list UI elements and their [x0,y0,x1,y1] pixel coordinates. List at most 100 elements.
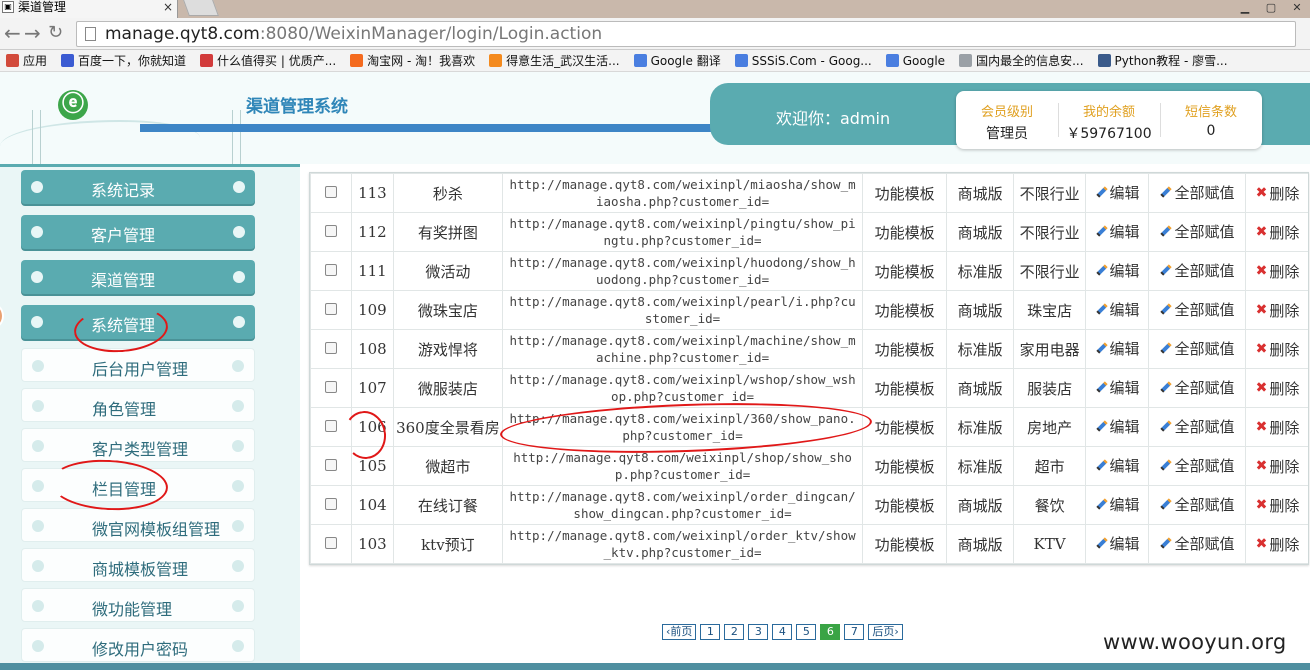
row-checkbox[interactable] [324,459,337,471]
prev-page-button[interactable]: ‹前页 [662,624,697,640]
bookmark-item[interactable]: 百度一下，你就知道 [61,52,186,69]
page-number-button[interactable]: 2 [724,624,745,640]
close-window-icon[interactable]: ✕ [1284,0,1310,18]
delete-button[interactable]: ✖ 删除 [1256,456,1300,477]
delete-label: 删除 [1269,262,1300,281]
sidebar-item-main[interactable]: 客户管理 [21,215,255,249]
bookmark-item[interactable]: Python教程 - 廖雪... [1097,52,1228,69]
page-number-button[interactable]: 5 [796,624,817,640]
sidebar-item-sub[interactable]: 微功能管理 [21,588,255,622]
edit-button[interactable]: 编辑 [1095,299,1140,320]
assign-all-button[interactable]: 全部赋值 [1159,416,1234,437]
page-number-button[interactable]: 7 [844,624,865,640]
delete-button[interactable]: ✖ 删除 [1256,378,1300,399]
page-number-button[interactable]: 3 [748,624,769,640]
current-page-button[interactable]: 6 [820,624,841,640]
row-delete-cell: ✖ 删除 [1244,368,1308,408]
assign-all-button[interactable]: 全部赋值 [1159,182,1234,203]
edit-button[interactable]: 编辑 [1095,377,1140,398]
delete-x-icon: ✖ [1255,497,1268,513]
row-checkbox[interactable] [324,537,337,549]
row-delete-cell: ✖ 删除 [1244,329,1308,369]
bookmark-item[interactable]: Google [885,54,945,68]
page-number-button[interactable]: 4 [772,624,793,640]
address-bar[interactable]: manage.qyt8.com:8080/WeixinManager/login… [76,21,1296,47]
reload-icon[interactable]: ↻ [48,22,63,44]
delete-button[interactable]: ✖ 删除 [1256,300,1300,321]
pencil-icon [1159,420,1173,434]
edit-button[interactable]: 编辑 [1095,221,1140,242]
delete-x-icon: ✖ [1255,185,1268,201]
bookmark-item[interactable]: 国内最全的信息安... [959,52,1084,69]
edit-button[interactable]: 编辑 [1095,455,1140,476]
assign-all-button[interactable]: 全部赋值 [1159,494,1234,515]
bookmark-item[interactable]: 什么值得买 | 优质产... [200,52,336,69]
bookmark-item[interactable]: 淘宝网 - 淘！我喜欢 [350,52,475,69]
edit-button[interactable]: 编辑 [1095,416,1140,437]
row-industry: 家用电器 [1013,329,1087,369]
sidebar-item-main[interactable]: 系统记录 [21,170,255,204]
sidebar-item-sub[interactable]: 商城模板管理 [21,548,255,582]
sidebar-item-main[interactable]: 渠道管理 [21,260,255,294]
row-checkbox[interactable] [324,498,337,510]
bookmark-item[interactable]: 得意生活_武汉生活... [489,52,620,69]
row-checkbox[interactable] [324,342,337,354]
new-tab-button[interactable] [183,0,219,16]
bookmark-item[interactable]: SSSiS.Com - Goog... [734,54,872,68]
bookmark-label: Python教程 - 廖雪... [1114,54,1228,68]
delete-button[interactable]: ✖ 删除 [1256,183,1300,204]
sidebar-item-sub[interactable]: 栏目管理 [21,468,255,502]
row-checkbox[interactable] [324,420,337,432]
delete-x-icon: ✖ [1255,380,1268,396]
browser-tab[interactable]: ▣ 渠道管理 × [0,0,178,18]
sidebar-item-sub[interactable]: 微官网模板组管理 [21,508,255,542]
row-checkbox[interactable] [324,303,337,315]
row-type: 功能模板 [862,329,948,369]
edit-button[interactable]: 编辑 [1095,494,1140,515]
menu-bullet-icon [232,480,244,492]
edit-button[interactable]: 编辑 [1095,260,1140,281]
forward-arrow-icon[interactable]: → [24,22,41,44]
address-url[interactable]: manage.qyt8.com:8080/WeixinManager/login… [105,24,602,44]
menu-item-label: 系统记录 [91,181,156,200]
delete-button[interactable]: ✖ 删除 [1256,495,1300,516]
sidebar-item-sub[interactable]: 客户类型管理 [21,428,255,462]
sidebar-item-sub[interactable]: 修改用户密码 [21,628,255,662]
delete-label: 删除 [1269,535,1300,554]
assign-all-button[interactable]: 全部赋值 [1159,221,1234,242]
next-page-button[interactable]: 后页› [868,624,903,640]
delete-button[interactable]: ✖ 删除 [1256,417,1300,438]
assign-all-button[interactable]: 全部赋值 [1159,299,1234,320]
bookmark-item[interactable]: 应用 [6,52,47,69]
page-number-button[interactable]: 1 [700,624,721,640]
bookmark-item[interactable]: Google 翻译 [633,52,721,69]
assign-all-button[interactable]: 全部赋值 [1159,455,1234,476]
assign-all-button[interactable]: 全部赋值 [1159,377,1234,398]
assign-all-button[interactable]: 全部赋值 [1159,260,1234,281]
edit-button[interactable]: 编辑 [1095,338,1140,359]
sidebar-collapse-handle[interactable] [0,302,4,330]
assign-all-button[interactable]: 全部赋值 [1159,533,1234,554]
assign-all-button[interactable]: 全部赋值 [1159,338,1234,359]
delete-button[interactable]: ✖ 删除 [1256,222,1300,243]
back-arrow-icon[interactable]: ← [4,22,21,44]
row-checkbox[interactable] [324,264,337,276]
edit-button[interactable]: 编辑 [1095,182,1140,203]
delete-button[interactable]: ✖ 删除 [1256,339,1300,360]
edit-button[interactable]: 编辑 [1095,533,1140,554]
row-assign-cell: 全部赋值 [1148,524,1246,564]
sidebar-item-sub[interactable]: 角色管理 [21,388,255,422]
minimize-icon[interactable]: ▁ [1232,0,1258,18]
header-stripe [140,124,780,132]
sidebar-item-sub[interactable]: 后台用户管理 [21,348,255,382]
delete-button[interactable]: ✖ 删除 [1256,534,1300,555]
row-checkbox[interactable] [324,381,337,393]
tab-close-icon[interactable]: × [163,0,173,14]
sidebar-item-main[interactable]: 系统管理 [21,305,255,339]
menu-bullet-icon [31,316,43,328]
row-delete-cell: ✖ 删除 [1244,524,1308,564]
delete-button[interactable]: ✖ 删除 [1256,261,1300,282]
row-checkbox[interactable] [324,186,337,198]
row-checkbox[interactable] [324,225,337,237]
maximize-icon[interactable]: ▢ [1258,0,1284,18]
